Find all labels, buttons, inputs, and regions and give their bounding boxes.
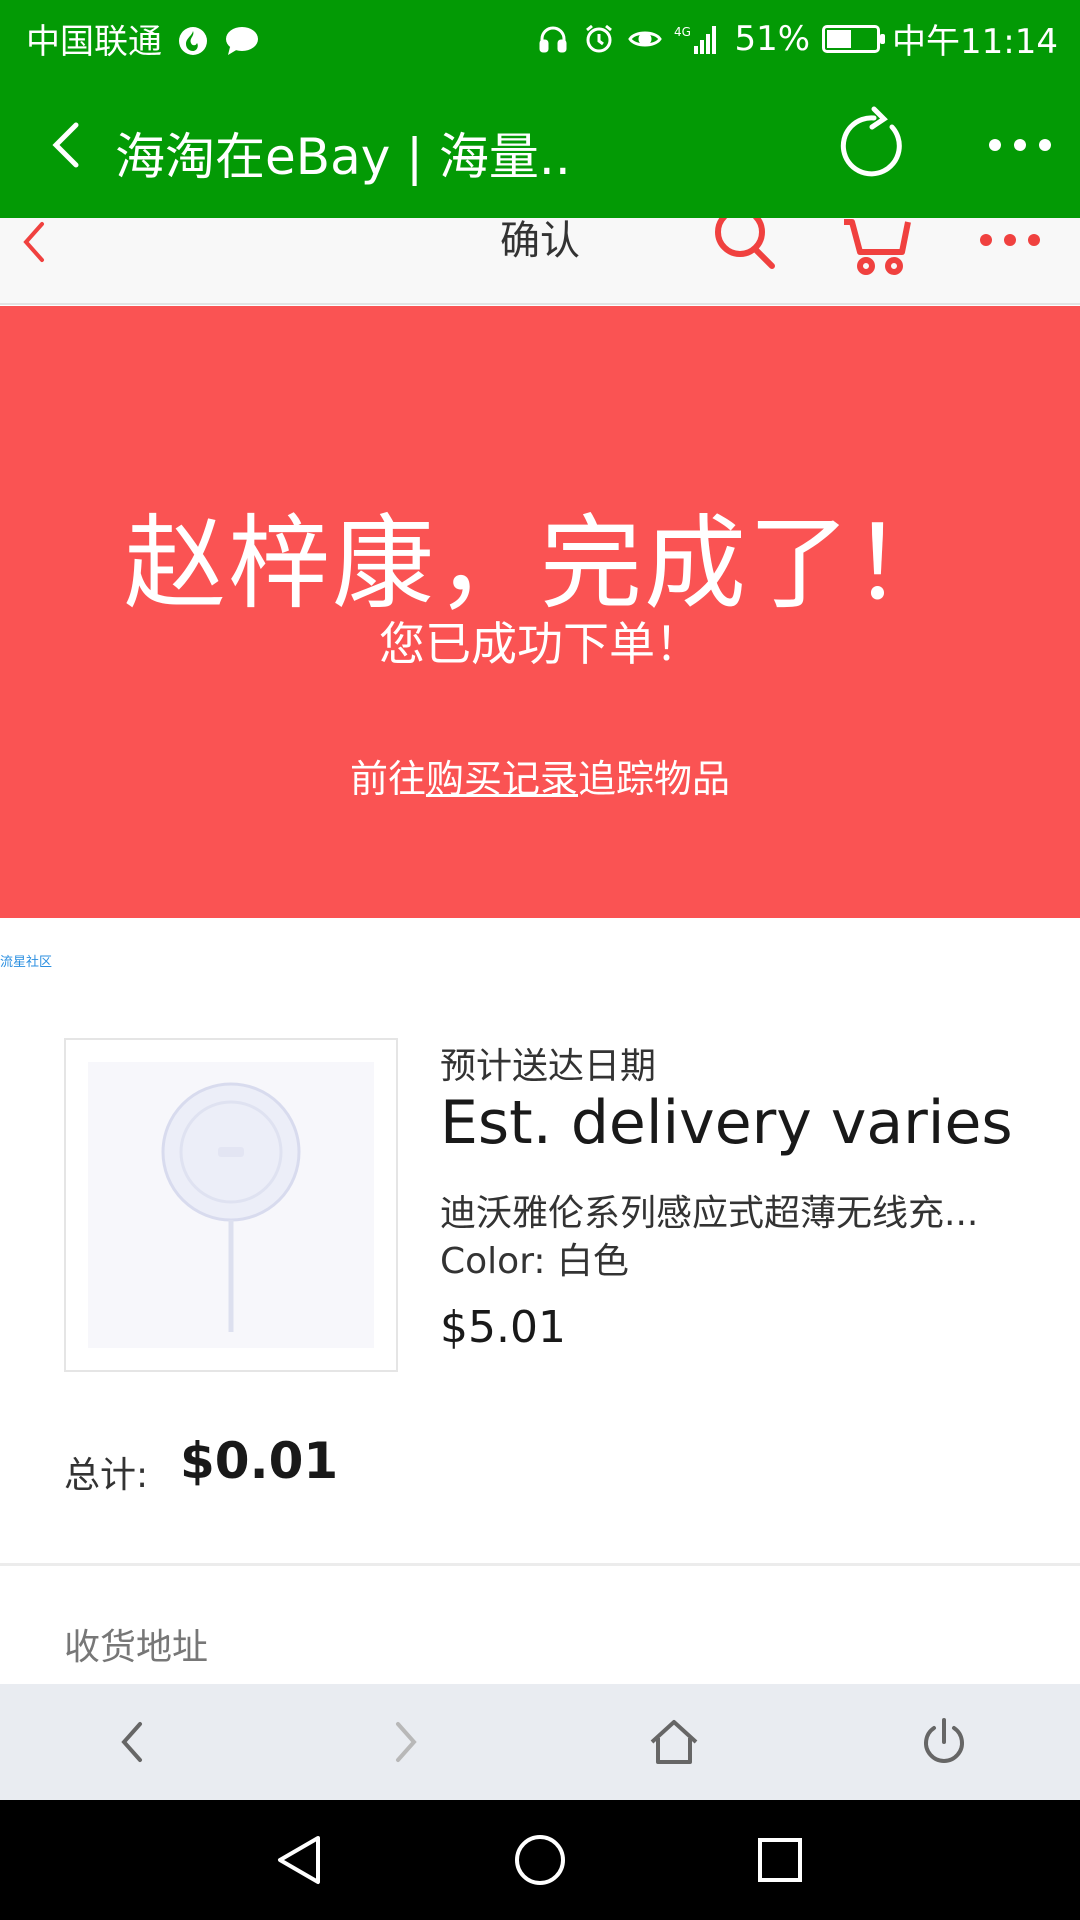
search-icon[interactable] [712,218,778,284]
carrier-label: 中国联通 [26,14,260,66]
community-watermark: 流星社区 [0,955,53,970]
confirmation-headline: 赵梓康，完成了！ [124,505,956,624]
headset-icon [536,22,570,56]
purchase-history-line: 前往购买记录追踪物品 [0,748,1080,803]
page-title: 确认 [500,218,580,264]
svg-text:4G: 4G [674,25,691,39]
toolbar-back-icon[interactable] [104,1712,164,1772]
toolbar-home-icon[interactable] [644,1712,704,1772]
confirmation-banner: 赵梓康，完成了！ 您已成功下单！ 前往购买记录追踪物品 [0,306,1080,918]
shipping-address-label: 收货地址 [64,1627,209,1668]
purchase-history-link[interactable]: 购买记录 [426,757,578,801]
nav-recents-icon[interactable] [750,1830,810,1890]
toolbar-forward-icon[interactable] [374,1712,434,1772]
carrier-name: 中国联通 [26,22,162,62]
est-delivery-value: Est. delivery varies [440,1088,1013,1158]
est-delivery-label: 预计送达日期 [440,1046,657,1087]
confirmation-subtitle: 您已成功下单！ [379,617,701,671]
item-title[interactable]: 迪沃雅伦系列感应式超薄无线充... [440,1184,978,1236]
link-prefix: 前往 [349,757,426,801]
app-bar: 海淘在eBay | 海量.. [0,75,1080,218]
signal-icon: 4G [674,22,722,56]
clock: 中午11:14 [892,22,1058,62]
section-divider [0,1563,1080,1566]
eye-icon [628,22,663,56]
item-thumbnail[interactable] [64,1038,398,1372]
chat-icon [224,25,260,66]
cart-icon[interactable] [842,218,912,284]
back-icon[interactable] [40,115,100,175]
item-price: $5.01 [440,1302,566,1353]
total-value: $0.01 [180,1432,339,1490]
nav-back-icon[interactable] [270,1830,330,1890]
item-color: Color: 白色 [440,1241,629,1282]
battery-percent: 51% [734,18,811,59]
flame-icon [177,25,209,66]
wireless-charger-image [88,1062,374,1348]
browser-title: 海淘在eBay | 海量.. [115,128,571,186]
refresh-icon[interactable] [832,105,912,185]
status-icons: 4G 51% 中午11:14 [536,14,1058,63]
toolbar-power-icon[interactable] [914,1712,974,1772]
status-bar: 中国联通 4G 51% 中午11:14 [0,0,1080,75]
alarm-icon [582,22,616,56]
system-nav-bar [0,1800,1080,1920]
nav-home-icon[interactable] [510,1830,570,1890]
page-more-icon[interactable] [976,230,1044,250]
browser-toolbar [0,1684,1080,1800]
link-suffix: 追踪物品 [578,757,731,801]
total-label: 总计: [64,1455,149,1496]
page-header: 确认 [0,218,1080,305]
more-icon[interactable] [985,130,1055,160]
battery-icon [822,24,886,53]
